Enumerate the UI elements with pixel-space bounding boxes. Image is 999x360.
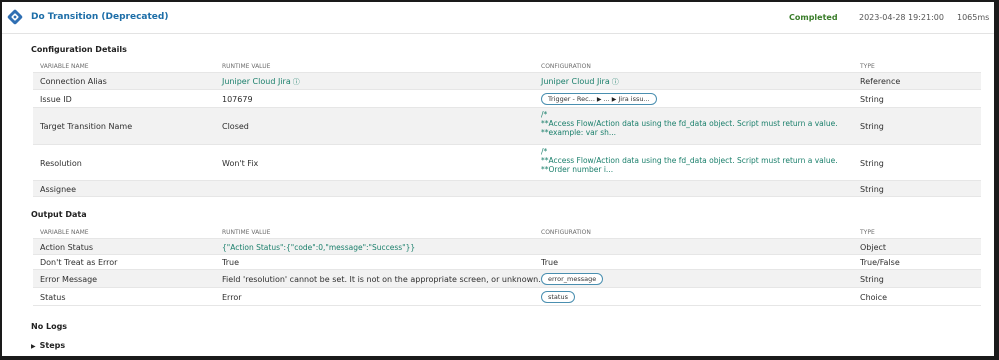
table-row: Error Message Field 'resolution' cannot …	[33, 270, 981, 288]
column-header-configuration: CONFIGURATION	[541, 229, 591, 236]
column-header-runtime-value: RUNTIME VALUE	[222, 229, 271, 236]
runtime-value: True	[222, 258, 239, 267]
data-pill-issue-id[interactable]: Trigger - Rec... ▶... ▶ Jira issu...	[541, 93, 657, 105]
steps-toggle[interactable]: ▶ Steps	[31, 341, 65, 350]
pill-segment: ...	[603, 95, 610, 103]
status-badge: Completed	[789, 13, 838, 22]
pill-segment: Jira issu...	[618, 95, 650, 103]
script-line: **Access Flow/Action data using the fd_d…	[541, 119, 838, 128]
table-row: Assignee String	[33, 181, 981, 197]
type-value: Reference	[860, 77, 901, 86]
steps-label: Steps	[39, 341, 66, 350]
variable-name: Issue ID	[40, 95, 72, 104]
type-value: String	[860, 95, 884, 104]
caret-right-icon: ▶	[31, 343, 36, 350]
type-value: True/False	[860, 258, 900, 267]
config-details-title: Configuration Details	[31, 45, 127, 54]
script-line: **Access Flow/Action data using the fd_d…	[541, 156, 838, 165]
column-header-runtime-value: RUNTIME VALUE	[222, 63, 271, 70]
table-header-row: VARIABLE NAME RUNTIME VALUE CONFIGURATIO…	[33, 60, 981, 73]
script-line: **Order number i...	[541, 165, 614, 174]
column-header-variable-name: VARIABLE NAME	[40, 63, 89, 70]
config-value: True	[541, 258, 558, 267]
runtime-value: {"Action Status":{"code":0,"message":"Su…	[222, 243, 416, 252]
table-row: Issue ID 107679 Trigger - Rec... ▶... ▶ Jir…	[33, 90, 981, 108]
table-row: Action Status {"Action Status":{"code":0…	[33, 239, 981, 255]
script-line: /*	[541, 147, 548, 156]
flow-step-panel: Do Transition (Deprecated) Completed 202…	[2, 2, 994, 356]
connection-alias-link[interactable]: Juniper Cloud Jira ⓘ	[222, 77, 300, 87]
data-pill[interactable]: Trigger - Rec... ▶... ▶ Jira issu...	[541, 93, 657, 105]
script-line: **example: var sh...	[541, 128, 617, 137]
runtime-value: Won't Fix	[222, 159, 259, 168]
variable-name: Don't Treat as Error	[40, 258, 118, 267]
data-pill-error-message[interactable]: error_message	[541, 273, 604, 285]
diamond-step-icon	[7, 9, 23, 25]
type-value: String	[860, 122, 884, 131]
variable-name: Assignee	[40, 185, 77, 194]
runtime-value: 107679	[222, 95, 253, 104]
table-row: Don't Treat as Error True True True/Fals…	[33, 255, 981, 270]
table-row: Connection Alias Juniper Cloud Jira ⓘ Jun…	[33, 73, 981, 90]
type-value: Choice	[860, 293, 888, 302]
table-header-row: VARIABLE NAME RUNTIME VALUE CONFIGURATIO…	[33, 226, 981, 239]
type-value: String	[860, 159, 884, 168]
table-row: Resolution Won't Fix /* **Access Flow/Ac…	[33, 145, 981, 181]
script-preview[interactable]: /* **Access Flow/Action data using the f…	[541, 147, 838, 174]
type-value: Object	[860, 243, 887, 252]
config-details-table: VARIABLE NAME RUNTIME VALUE CONFIGURATIO…	[33, 60, 981, 197]
data-pill-status[interactable]: status	[541, 291, 575, 303]
type-value: String	[860, 185, 884, 194]
variable-name: Error Message	[40, 275, 98, 284]
step-header[interactable]: Do Transition (Deprecated) Completed 202…	[2, 2, 994, 34]
pill-segment: Trigger - Rec...	[548, 95, 595, 103]
info-icon[interactable]: ⓘ	[293, 78, 300, 86]
output-data-table: VARIABLE NAME RUNTIME VALUE CONFIGURATIO…	[33, 226, 981, 306]
variable-name: Status	[40, 293, 66, 302]
step-title: Do Transition (Deprecated)	[31, 12, 169, 22]
variable-name: Resolution	[40, 159, 82, 168]
step-timestamp: 2023-04-28 19:21:00	[859, 13, 944, 22]
chevron-right-icon: ▶	[596, 96, 602, 103]
runtime-value: Error	[222, 293, 242, 302]
script-line: /*	[541, 110, 548, 119]
table-row: Status Error status Choice	[33, 288, 981, 306]
table-row: Target Transition Name Closed /* **Acces…	[33, 108, 981, 145]
variable-name: Target Transition Name	[40, 122, 133, 131]
runtime-value: Juniper Cloud Jira	[222, 77, 291, 86]
runtime-value: Closed	[222, 122, 249, 131]
info-icon[interactable]: ⓘ	[612, 78, 619, 86]
config-alias-link[interactable]: Juniper Cloud Jira ⓘ	[541, 77, 619, 87]
column-header-variable-name: VARIABLE NAME	[40, 229, 89, 236]
type-value: String	[860, 275, 884, 284]
chevron-right-icon: ▶	[611, 96, 617, 103]
data-pill[interactable]: status	[541, 291, 575, 303]
column-header-configuration: CONFIGURATION	[541, 63, 591, 70]
variable-name: Connection Alias	[40, 77, 107, 86]
script-preview[interactable]: /* **Access Flow/Action data using the f…	[541, 110, 838, 137]
column-header-type: TYPE	[860, 229, 875, 236]
runtime-value: Field 'resolution' cannot be set. It is …	[222, 275, 541, 284]
column-header-type: TYPE	[860, 63, 875, 70]
output-data-title: Output Data	[31, 210, 87, 219]
data-pill[interactable]: error_message	[541, 273, 604, 285]
step-duration: 1065ms	[957, 13, 990, 22]
config-value: Juniper Cloud Jira	[541, 77, 610, 86]
variable-name: Action Status	[40, 243, 94, 252]
no-logs-label: No Logs	[31, 322, 68, 331]
